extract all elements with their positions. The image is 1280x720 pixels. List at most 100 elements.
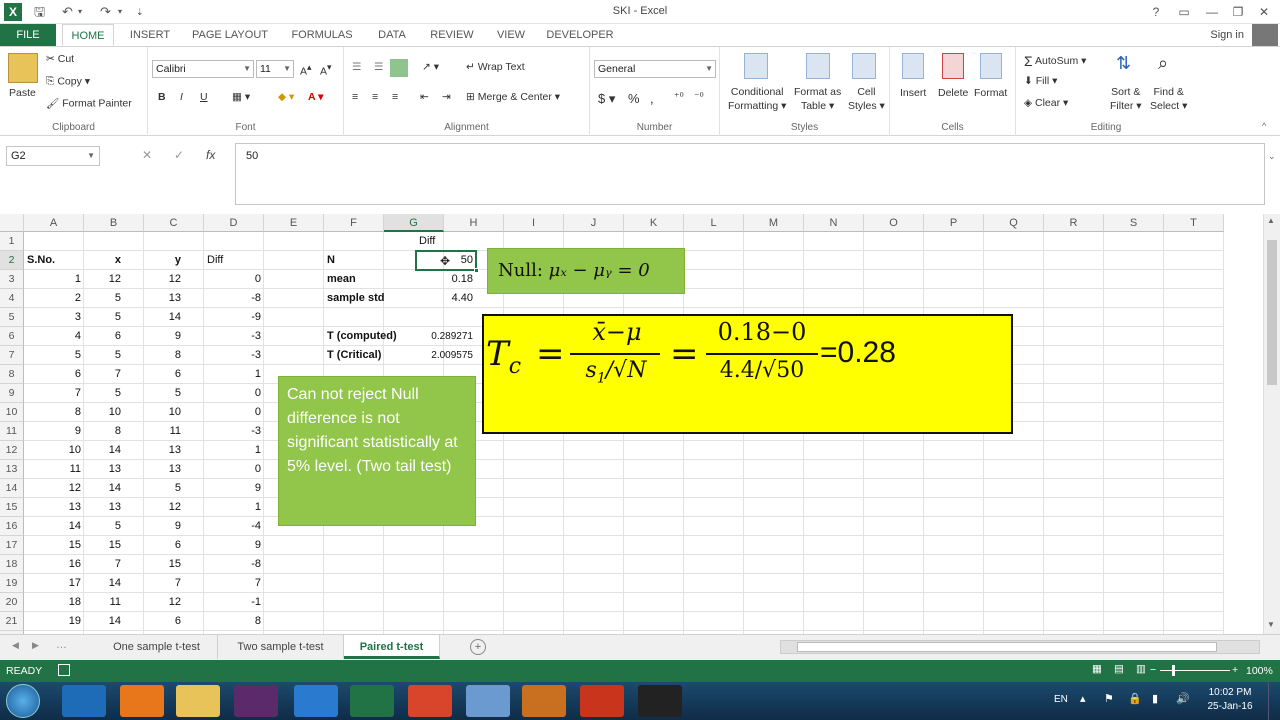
row-header-17[interactable]: 17 [0,536,24,555]
row-header-1[interactable]: 1 [0,232,24,251]
enter-icon[interactable]: ✓ [174,148,184,162]
insert-button[interactable]: Insert [900,87,926,99]
download-icon[interactable] [294,685,338,717]
cell-sno[interactable]: 6 [24,365,84,384]
tab-review[interactable]: REVIEW [424,24,480,46]
row-header-16[interactable]: 16 [0,517,24,536]
horizontal-scroll-thumb[interactable] [797,642,1217,652]
binoculars-icon[interactable]: ⌕ [1158,53,1168,74]
clock[interactable]: 10:02 PM 25-Jan-16 [1200,686,1260,714]
cell-y[interactable]: 15 [144,555,184,574]
volume-icon[interactable]: 🔊 [1176,692,1190,705]
cell-diff[interactable]: -3 [204,327,264,346]
tab-page-layout[interactable]: PAGE LAYOUT [186,24,274,46]
cell-diff[interactable]: 0 [204,460,264,479]
comma-button[interactable]: , [650,91,654,106]
sheet-tab-two-sample[interactable]: Two sample t-test [218,635,344,659]
row-header-5[interactable]: 5 [0,308,24,327]
row-header-18[interactable]: 18 [0,555,24,574]
formula-input[interactable]: 50 [235,143,1265,205]
cell-diff[interactable]: -3 [204,346,264,365]
cell-y[interactable]: 11 [144,422,184,441]
tray-arrow-icon[interactable]: ▴ [1080,692,1086,705]
tab-home[interactable]: HOME [62,24,114,46]
cell-sno[interactable]: 13 [24,498,84,517]
row-header-6[interactable]: 6 [0,327,24,346]
sheet-tab-paired[interactable]: Paired t-test [344,635,440,659]
normal-view-icon[interactable]: ▦ [1092,663,1102,675]
insert-cells-icon[interactable] [902,53,924,79]
stat-std-label[interactable]: sample std [324,289,414,308]
conditional-formatting-button[interactable]: Conditional Formatting ▾ [728,85,786,113]
align-left-icon[interactable]: ≡ [352,91,358,103]
row-header-15[interactable]: 15 [0,498,24,517]
cell-x[interactable]: 5 [84,289,124,308]
cell-diff[interactable]: -8 [204,555,264,574]
column-header-s[interactable]: S [1104,214,1164,232]
font-size-select[interactable]: 11 ▼ [256,60,294,78]
align-center-icon[interactable]: ≡ [372,91,378,103]
flag-icon[interactable]: ⚑ [1104,692,1114,705]
find-select-button[interactable]: Find & Select ▾ [1150,85,1187,113]
column-header-o[interactable]: O [864,214,924,232]
column-header-p[interactable]: P [924,214,984,232]
cell-diff[interactable]: 1 [204,441,264,460]
cell-x[interactable]: 5 [84,517,124,536]
clear-button[interactable]: ◈ Clear ▾ [1024,97,1068,109]
increase-indent-icon[interactable]: ⇥ [442,91,451,103]
camera-icon[interactable] [638,685,682,717]
orientation-icon[interactable]: ↗ ▾ [422,61,439,73]
select-all-corner[interactable] [0,214,24,232]
tab-view[interactable]: VIEW [490,24,532,46]
header-x[interactable]: x [84,251,124,270]
cell-x[interactable]: 12 [84,270,124,289]
tab-developer[interactable]: DEVELOPER [542,24,618,46]
copy-button[interactable]: ⎘ Copy ▾ [46,75,90,88]
collapse-ribbon-icon[interactable]: ^ [1262,121,1266,131]
media-player-icon[interactable] [522,685,566,717]
chrome-icon[interactable] [408,685,452,717]
fill-button[interactable]: ⬇ Fill ▾ [1024,75,1057,87]
row-header-13[interactable]: 13 [0,460,24,479]
cell-y[interactable]: 12 [144,593,184,612]
grow-font-button[interactable]: A▴ [300,62,311,78]
cell-y[interactable]: 13 [144,441,184,460]
row-header-14[interactable]: 14 [0,479,24,498]
header-diff[interactable]: Diff [204,251,264,270]
cell-x[interactable]: 5 [84,308,124,327]
zoom-in-icon[interactable]: + [1232,664,1238,676]
cell-sno[interactable]: 12 [24,479,84,498]
scroll-thumb[interactable] [1267,240,1277,385]
powerpoint-icon[interactable] [580,685,624,717]
format-cells-icon[interactable] [980,53,1002,79]
cell-diff[interactable]: -3 [204,422,264,441]
cell-sno[interactable]: 2 [24,289,84,308]
cell-x[interactable]: 5 [84,384,124,403]
cell-x[interactable]: 10 [84,403,124,422]
delete-button[interactable]: Delete [938,87,968,99]
excel-taskbar-icon[interactable] [350,685,394,717]
name-box[interactable]: G2 ▼ [6,146,100,166]
start-button[interactable] [6,684,40,718]
conclusion-box[interactable]: Can not reject Null difference is not si… [278,376,476,526]
header-sno[interactable]: S.No. [24,251,84,270]
column-header-j[interactable]: J [564,214,624,232]
number-format-select[interactable]: General ▼ [594,60,716,78]
cell-styles-button[interactable]: Cell Styles ▾ [848,85,885,113]
cell-y[interactable]: 6 [144,536,184,555]
cell-diff[interactable]: 0 [204,270,264,289]
next-sheet-icon[interactable]: ▶ [32,640,39,651]
row-header-4[interactable]: 4 [0,289,24,308]
cell-diff[interactable]: -1 [204,593,264,612]
row-header-2[interactable]: 2 [0,251,24,270]
increase-decimal-icon[interactable]: ⁺⁰ [674,91,684,103]
column-header-q[interactable]: Q [984,214,1044,232]
tab-formulas[interactable]: FORMULAS [284,24,360,46]
new-sheet-icon[interactable]: + [470,639,486,655]
t-statistic-formula-box[interactable]: Tc = x̄−μ s1/√N = 0.18−0 4.4/√50 =0.28 [482,314,1013,434]
cut-button[interactable]: ✂ Cut [46,53,74,65]
stat-tcrit-label[interactable]: T (Critical) [324,346,414,365]
cell-y[interactable]: 5 [144,384,184,403]
cell-x[interactable]: 6 [84,327,124,346]
cell-diff[interactable]: -9 [204,308,264,327]
